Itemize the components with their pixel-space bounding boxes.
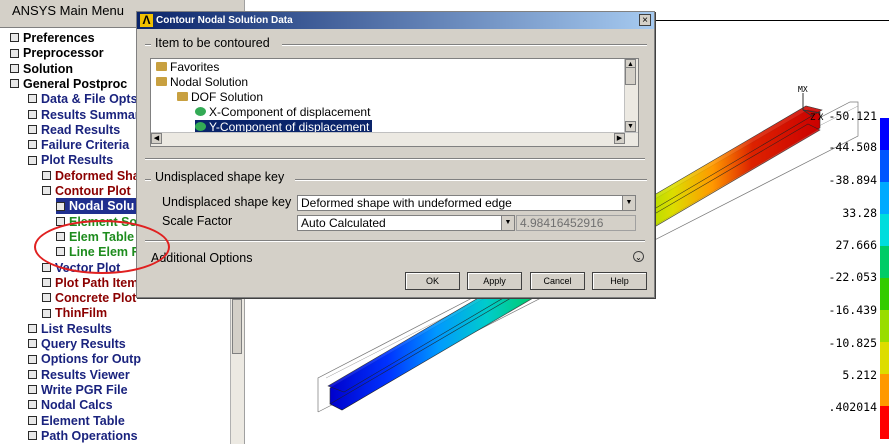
legend-value: 27.666 [835,238,877,252]
tree-item[interactable]: X-Component of displacement [195,105,370,120]
dialog-title: Contour Nodal Solution Data [156,15,293,26]
ok-button[interactable]: OK [405,272,460,290]
contour-legend-bar [880,118,889,439]
section-divider [145,179,151,181]
scale-factor-value: Auto Calculated [301,216,386,230]
tree-item[interactable]: DOF Solution [177,90,263,105]
section-divider [145,240,645,242]
scroll-left-button[interactable]: ◀ [151,133,162,144]
folder-icon [156,62,167,72]
tree-item[interactable]: Nodal Solution [156,75,248,90]
result-item-tree[interactable]: Favorites Nodal Solution DOF Solution X-Com… [150,58,639,147]
tree-item-label: Favorites [170,60,220,74]
legend-value: -10.825 [828,336,877,350]
cancel-button[interactable]: Cancel [530,272,585,290]
legend-value: -44.508 [828,140,877,154]
highlight-annotation-ellipse [34,220,170,274]
section-divider [295,179,647,181]
folder-icon [177,92,188,102]
section-divider [145,44,151,46]
legend-value: -38.894 [828,173,877,187]
tree-item-label: X-Component of displacement [209,105,371,119]
ansys-logo-icon: Λ [140,14,153,27]
scroll-down-button[interactable]: ▼ [625,121,636,132]
legend-value: 33.28 [842,206,877,220]
mx-label: MX [798,85,808,94]
section-divider [282,44,647,46]
legend-swatch [880,406,889,439]
undisplaced-shape-key-value: Deformed shape with undeformed edge [301,196,512,210]
result-icon [195,122,206,132]
undisplaced-section-label: Undisplaced shape key [155,170,285,184]
close-button[interactable]: × [639,14,651,26]
undisplaced-shape-key-dropdown[interactable]: Deformed shape with undeformed edge ▼ [297,195,636,211]
folder-icon [156,77,167,87]
tree-scroll-thumb[interactable] [625,67,636,85]
contour-nodal-solution-dialog: Λ Contour Nodal Solution Data × Item to … [136,11,655,298]
chevron-down-icon[interactable]: ▼ [501,216,514,230]
legend-swatch [880,150,889,183]
additional-options-bar[interactable]: Additional Options ⌄ [137,248,654,267]
legend-swatch [880,246,889,279]
legend-value: -16.439 [828,303,877,317]
result-icon [195,107,206,117]
tree-item[interactable]: Favorites [156,60,219,75]
scroll-right-button[interactable]: ▶ [614,133,625,144]
tree-item-label: DOF Solution [191,90,264,104]
tree-vertical-scrollbar[interactable]: ▲ ▼ [624,59,638,133]
scale-factor-number-field[interactable]: 4.98416452916 [516,215,636,231]
section-divider [145,158,645,160]
tree-item-label: Nodal Solution [170,75,249,89]
legend-value: -50.121 [828,109,877,123]
undisplaced-shape-key-label: Undisplaced shape key [162,195,292,209]
item-to-be-contoured-label: Item to be contoured [155,36,270,50]
legend-value: 5.212 [842,368,877,382]
legend-swatch [880,182,889,215]
apply-button[interactable]: Apply [467,272,522,290]
scale-factor-label: Scale Factor [162,214,233,228]
legend-swatch [880,278,889,311]
expand-icon[interactable]: ⌄ [633,251,644,262]
legend-value: .402014 [828,400,877,414]
legend-swatch [880,374,889,407]
dialog-titlebar[interactable]: Λ Contour Nodal Solution Data × [137,12,654,29]
scale-factor-dropdown[interactable]: Auto Calculated ▼ [297,215,515,231]
help-button[interactable]: Help [592,272,647,290]
tree-horizontal-scrollbar[interactable]: ◀ ▶ [151,132,638,146]
legend-swatch [880,310,889,343]
legend-swatch [880,342,889,375]
legend-value: -22.053 [828,270,877,284]
legend-swatch [880,118,889,151]
chevron-down-icon[interactable]: ▼ [622,196,635,210]
legend-swatch [880,214,889,247]
